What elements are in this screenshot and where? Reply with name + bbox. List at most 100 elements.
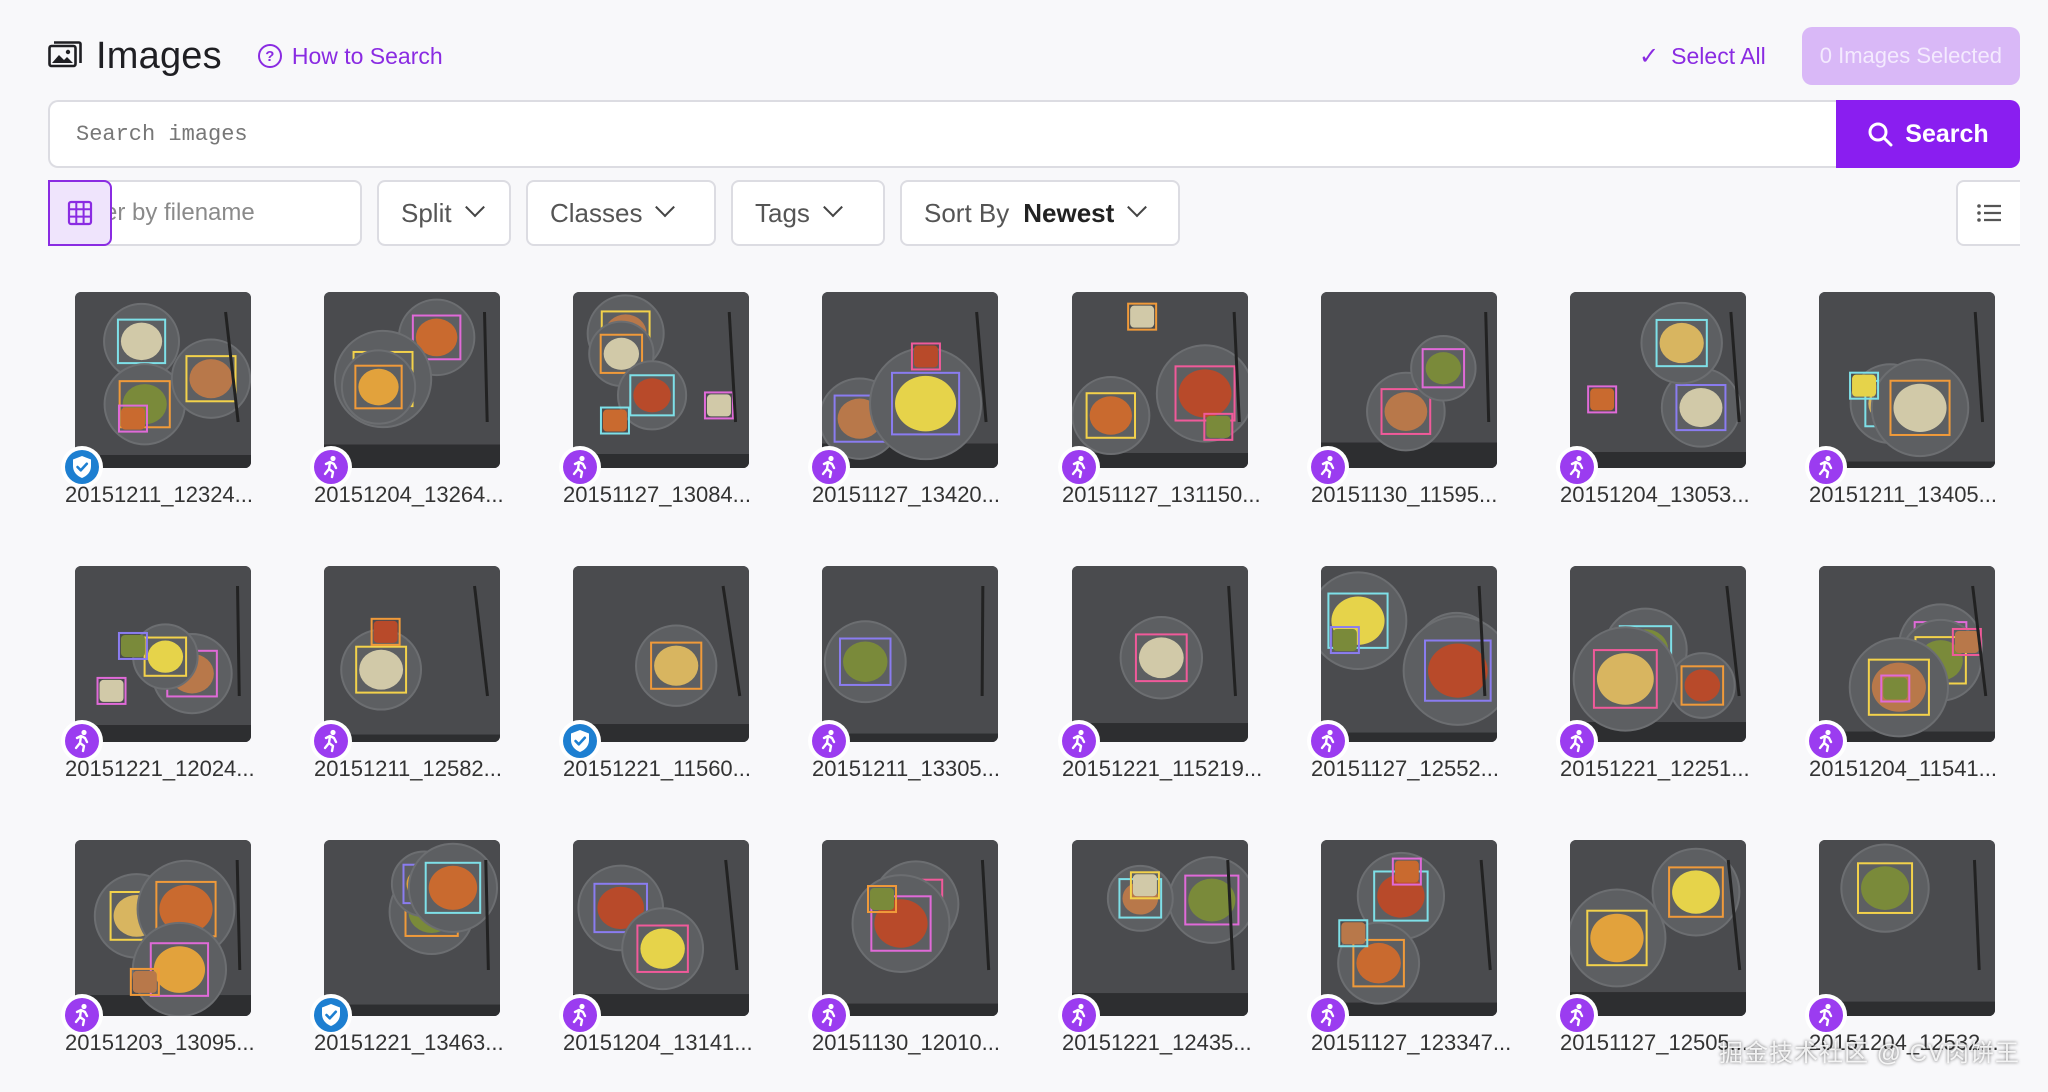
image-thumbnail[interactable] bbox=[808, 566, 998, 762]
status-badge-inner bbox=[1062, 450, 1096, 484]
checkmark-icon: ✓ bbox=[1639, 42, 1660, 70]
image-thumbnail[interactable] bbox=[61, 566, 251, 762]
tags-dropdown[interactable]: Tags bbox=[731, 180, 885, 246]
running-icon bbox=[572, 1003, 587, 1027]
image-thumbnail[interactable] bbox=[559, 292, 749, 488]
status-badge-inner bbox=[1311, 450, 1345, 484]
running-icon bbox=[1818, 455, 1833, 479]
image-filename: 20151204_13053... bbox=[1560, 482, 1750, 507]
image-thumbnail[interactable] bbox=[808, 840, 998, 1036]
image-thumbnail[interactable] bbox=[559, 840, 749, 1036]
image-thumbnail[interactable] bbox=[1556, 566, 1746, 762]
image-filename: 20151130_12010... bbox=[812, 1030, 1000, 1055]
running-icon bbox=[821, 455, 836, 479]
image-filename: 20151127_13420... bbox=[812, 482, 1000, 507]
image-thumbnail[interactable] bbox=[1058, 292, 1248, 488]
classes-dropdown[interactable]: Classes bbox=[526, 180, 716, 246]
food-tray-photo bbox=[324, 840, 500, 1016]
search-bar: Search bbox=[48, 100, 2020, 168]
list-view-button[interactable] bbox=[1956, 180, 2020, 246]
image-thumbnail[interactable] bbox=[310, 840, 500, 1036]
thumbnail-image bbox=[75, 566, 251, 742]
image-thumbnail[interactable] bbox=[61, 840, 251, 1036]
images-page: Images ? How to Search ✓ Select All 0 Im… bbox=[0, 0, 2048, 1092]
image-thumbnail[interactable] bbox=[1805, 840, 1995, 1036]
image-thumbnail[interactable] bbox=[1556, 292, 1746, 488]
thumbnail-image bbox=[324, 292, 500, 468]
classes-label: Classes bbox=[550, 197, 643, 228]
image-filename: 20151221_12251... bbox=[1560, 756, 1750, 781]
split-dropdown[interactable]: Split bbox=[377, 180, 511, 246]
search-button[interactable]: Search bbox=[1836, 100, 2020, 168]
images-selected-label: 0 Images Selected bbox=[1819, 43, 2002, 68]
image-thumbnail[interactable] bbox=[1058, 840, 1248, 1036]
food-tray-photo bbox=[573, 292, 749, 468]
image-filename: 20151211_12324... bbox=[65, 482, 253, 507]
image-thumbnail[interactable] bbox=[1058, 566, 1248, 762]
image-thumbnail[interactable] bbox=[1805, 292, 1995, 488]
thumbnail-image bbox=[822, 566, 998, 742]
status-badge-inner bbox=[812, 998, 846, 1032]
running-icon bbox=[74, 729, 89, 753]
image-filename: 20151127_12552... bbox=[1311, 756, 1499, 781]
status-badge-inner bbox=[1062, 724, 1096, 758]
running-icon bbox=[323, 729, 338, 753]
status-badge-inner bbox=[1311, 724, 1345, 758]
food-tray-photo bbox=[1321, 840, 1497, 1016]
watermark: 掘金技术社区 @ CV肉饼王 bbox=[1718, 1040, 2020, 1067]
split-label: Split bbox=[401, 197, 452, 228]
grid-view-button[interactable] bbox=[48, 180, 112, 246]
running-icon bbox=[1569, 455, 1584, 479]
sort-dropdown[interactable]: Sort By Newest bbox=[900, 180, 1180, 246]
tags-label: Tags bbox=[755, 197, 810, 228]
how-to-search-link[interactable]: ? How to Search bbox=[257, 43, 443, 70]
status-badge-inner bbox=[1560, 724, 1594, 758]
thumbnail-image bbox=[1819, 566, 1995, 742]
sort-value: Newest bbox=[1023, 197, 1115, 228]
image-thumbnail[interactable] bbox=[1556, 840, 1746, 1036]
filter-bar: Split Classes Tags Sort By Newest bbox=[48, 180, 2020, 246]
search-input[interactable] bbox=[48, 100, 1836, 168]
food-tray-photo bbox=[1321, 292, 1497, 468]
image-thumbnail[interactable] bbox=[61, 292, 251, 488]
thumbnail-image bbox=[573, 292, 749, 468]
image-filename: 20151211_12582... bbox=[314, 756, 502, 781]
running-icon bbox=[1320, 1003, 1335, 1027]
thumbnail-image bbox=[1072, 840, 1248, 1016]
thumbnail-image bbox=[573, 840, 749, 1016]
thumbnail-image bbox=[324, 840, 500, 1016]
image-thumbnail[interactable] bbox=[1307, 292, 1497, 488]
status-badge-inner bbox=[1560, 450, 1594, 484]
image-thumbnail[interactable] bbox=[1805, 566, 1995, 762]
chevron-down-icon bbox=[823, 197, 843, 218]
thumbnail-image bbox=[324, 566, 500, 742]
sort-prefix: Sort By bbox=[924, 197, 1010, 228]
status-badge-inner bbox=[812, 450, 846, 484]
select-all-button[interactable]: ✓ Select All bbox=[1639, 42, 1766, 71]
status-badge-inner bbox=[314, 450, 348, 484]
food-tray-photo bbox=[573, 840, 749, 1016]
image-thumbnail[interactable] bbox=[310, 292, 500, 488]
food-tray-photo bbox=[75, 566, 251, 742]
running-icon bbox=[1818, 1003, 1833, 1027]
status-badge-inner bbox=[1062, 998, 1096, 1032]
thumbnail-image bbox=[1321, 566, 1497, 742]
image-thumbnail[interactable] bbox=[808, 292, 998, 488]
image-thumbnail[interactable] bbox=[1307, 840, 1497, 1036]
image-filename: 20151221_12024... bbox=[65, 756, 255, 781]
status-badge-inner bbox=[1809, 724, 1843, 758]
image-thumbnail[interactable] bbox=[559, 566, 749, 762]
thumbnail-image bbox=[1321, 840, 1497, 1016]
image-thumbnail[interactable] bbox=[1307, 566, 1497, 762]
food-tray-photo bbox=[573, 566, 749, 742]
image-filename: 20151221_11560... bbox=[563, 756, 751, 781]
page-header: Images ? How to Search ✓ Select All 0 Im… bbox=[48, 26, 2020, 86]
status-badge-inner bbox=[563, 450, 597, 484]
images-selected-button[interactable]: 0 Images Selected bbox=[1801, 27, 2020, 85]
running-icon bbox=[1569, 1003, 1584, 1027]
food-tray-photo bbox=[1570, 566, 1746, 742]
status-badge-inner bbox=[1809, 450, 1843, 484]
image-thumbnail[interactable] bbox=[310, 566, 500, 762]
thumbnail-image bbox=[822, 840, 998, 1016]
search-button-label: Search bbox=[1905, 119, 1989, 148]
